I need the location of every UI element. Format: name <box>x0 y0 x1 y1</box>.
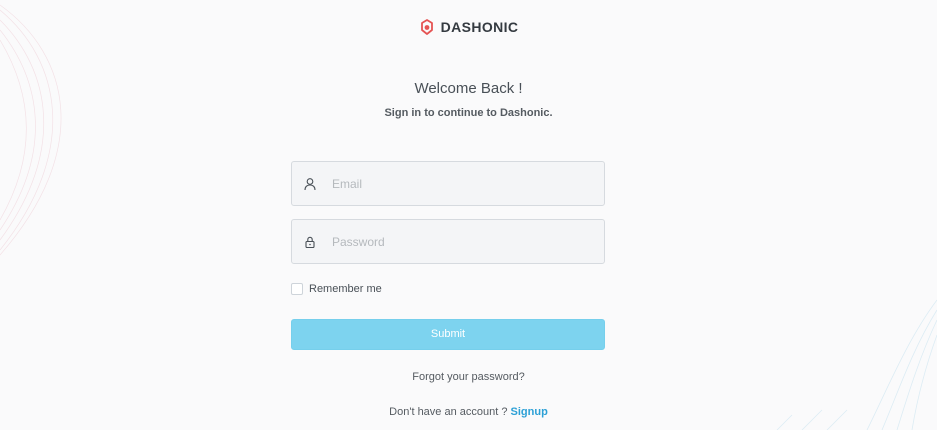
no-account-text: Don't have an account ? <box>389 406 511 418</box>
brand-name: DASHONIC <box>440 19 519 35</box>
user-icon <box>304 177 316 190</box>
submit-button[interactable]: Submit <box>291 319 605 350</box>
remember-me-label: Remember me <box>309 283 382 295</box>
page-title: Welcome Back ! <box>414 80 523 97</box>
background-decoration-left <box>0 4 62 256</box>
forgot-password-link[interactable]: Forgot your password? <box>0 371 937 383</box>
email-field-wrapper <box>291 161 605 206</box>
signup-link[interactable]: Signup <box>511 406 548 418</box>
remember-me-checkbox[interactable] <box>291 283 303 295</box>
email-input[interactable] <box>292 162 604 205</box>
remember-me-row[interactable]: Remember me <box>291 283 605 295</box>
logo-icon <box>420 19 433 35</box>
signup-prompt: Don't have an account ? Signup <box>0 406 937 418</box>
page-subtitle: Sign in to continue to Dashonic. <box>384 107 553 119</box>
password-field-wrapper <box>291 219 605 264</box>
login-page: DASHONIC Welcome Back ! Sign in to conti… <box>0 0 937 430</box>
brand-logo[interactable]: DASHONIC <box>0 19 937 35</box>
lock-icon <box>305 236 315 248</box>
login-form: Remember me Submit <box>291 161 605 350</box>
password-input[interactable] <box>292 220 604 263</box>
